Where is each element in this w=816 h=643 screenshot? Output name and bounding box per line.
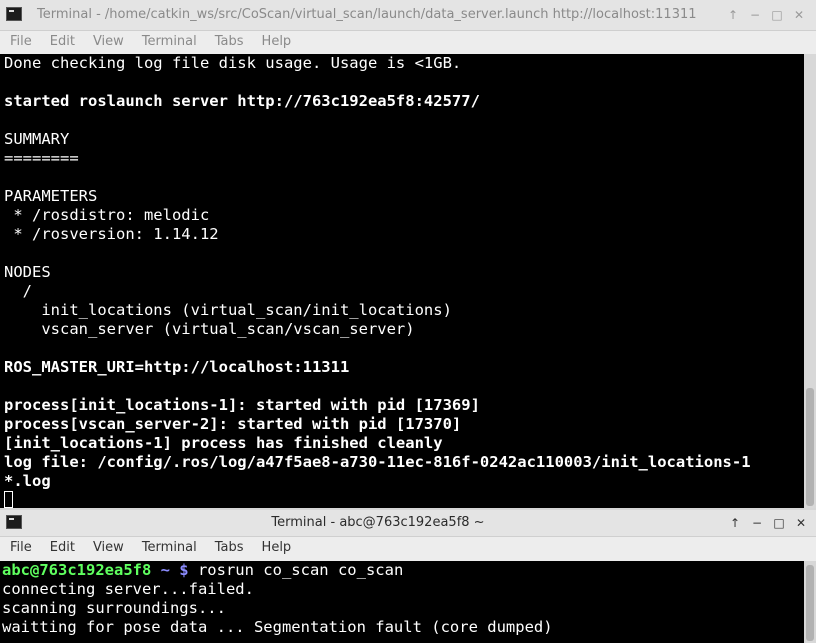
output-line: [init_locations-1] process has finished … [4,434,443,452]
text-cursor [4,491,13,508]
output-line: * /rosversion: 1.14.12 [4,225,219,243]
prompt-path: ~ $ [151,561,189,579]
output-line: PARAMETERS [4,187,98,205]
close-icon[interactable]: ✕ [788,8,810,22]
terminal-app-icon[interactable] [6,7,22,21]
scrollbar-thumb[interactable] [806,565,814,641]
keep-above-icon[interactable]: ↑ [724,516,746,530]
output-line: * /rosdistro: melodic [4,206,210,224]
command-text: rosrun co_scan co_scan [188,561,404,579]
title-bar[interactable]: Terminal - abc@763c192ea5f8 ~ ↑ − □ ✕ [0,510,816,537]
close-icon[interactable]: ✕ [790,516,812,530]
menu-file[interactable]: File [0,31,41,53]
output-line: / [4,282,32,300]
scrollbar[interactable] [804,561,816,643]
menu-help[interactable]: Help [253,31,301,53]
menu-tabs[interactable]: Tabs [206,31,253,53]
menu-edit[interactable]: Edit [41,31,84,53]
menu-help[interactable]: Help [253,537,301,559]
menu-terminal[interactable]: Terminal [133,31,206,53]
output-line: connecting server...failed. [2,580,254,598]
output-line: started roslaunch server http://763c192e… [4,92,480,110]
menu-view[interactable]: View [84,537,133,559]
terminal-output[interactable]: abc@763c192ea5f8 ~ $ rosrun co_scan co_s… [0,561,804,643]
minimize-icon[interactable]: − [746,516,768,530]
terminal-output[interactable]: Done checking log file disk usage. Usage… [0,54,804,508]
output-line: scanning surroundings... [2,599,226,617]
output-line: ======== [4,149,79,167]
window-controls: ↑ − □ ✕ [724,510,812,536]
title-bar[interactable]: Terminal - /home/catkin_ws/src/CoScan/vi… [0,0,816,31]
menu-edit[interactable]: Edit [41,537,84,559]
cursor-line [0,491,804,508]
output-line: waitting for pose data ... Segmentation … [2,618,553,636]
maximize-icon[interactable]: □ [766,8,788,22]
output-line: SUMMARY [4,130,70,148]
prompt-user: abc@763c192ea5f8 [2,561,152,579]
output-line: process[vscan_server-2]: started with pi… [4,415,462,433]
terminal-window-launch: Terminal - /home/catkin_ws/src/CoScan/vi… [0,0,816,508]
maximize-icon[interactable]: □ [768,516,790,530]
scrollbar-thumb[interactable] [806,388,814,506]
terminal-window-shell: Terminal - abc@763c192ea5f8 ~ ↑ − □ ✕ Fi… [0,510,816,643]
menu-tabs[interactable]: Tabs [206,537,253,559]
keep-above-icon[interactable]: ↑ [722,8,744,22]
minimize-icon[interactable]: − [744,8,766,22]
output-line: NODES [4,263,51,281]
output-line: vscan_server (virtual_scan/vscan_server) [4,320,415,338]
menu-view[interactable]: View [84,31,133,53]
output-line: init_locations (virtual_scan/init_locati… [4,301,452,319]
prompt-line: abc@763c192ea5f8 ~ $ rosrun co_scan co_s… [0,561,804,580]
window-title: Terminal - abc@763c192ea5f8 ~ [271,515,485,530]
output-line: *.log [4,472,51,490]
menu-file[interactable]: File [0,537,41,559]
scrollbar[interactable] [804,54,816,508]
menu-bar: File Edit View Terminal Tabs Help [0,537,816,559]
window-controls: ↑ − □ ✕ [722,0,810,30]
output-line: log file: /config/.ros/log/a47f5ae8-a730… [4,453,751,471]
output-line: ROS_MASTER_URI=http://localhost:11311 [4,358,350,376]
output-line: Done checking log file disk usage. Usage… [4,54,462,72]
menu-terminal[interactable]: Terminal [133,537,206,559]
window-title: Terminal - /home/catkin_ws/src/CoScan/vi… [37,7,697,22]
menu-bar: File Edit View Terminal Tabs Help [0,31,816,53]
output-line: process[init_locations-1]: started with … [4,396,480,414]
